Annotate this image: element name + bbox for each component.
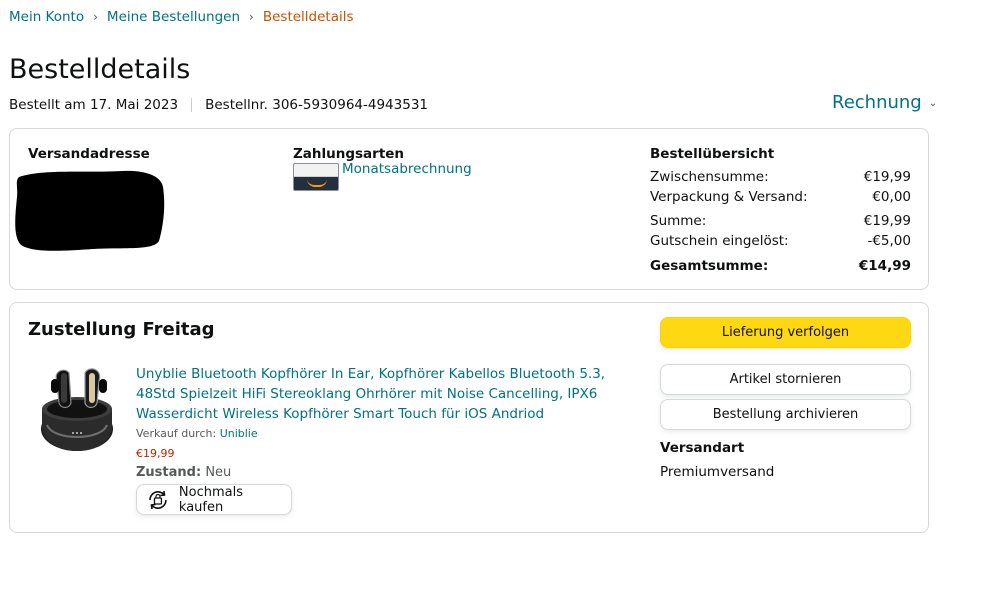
payment-methods-heading: Zahlungsarten: [293, 146, 405, 162]
breadcrumb-separator: ›: [249, 10, 254, 24]
grand-total-label: Gesamtsumme:: [650, 258, 769, 274]
buy-again-icon: [149, 490, 167, 509]
breadcrumb-separator: ›: [93, 10, 98, 24]
order-meta: Bestellt am 17. Mai 2023 Bestellnr. 306-…: [9, 97, 428, 113]
product-title-link[interactable]: Unyblie Bluetooth Kopfhörer In Ear, Kopf…: [136, 364, 636, 424]
product-condition: Zustand: Neu: [136, 465, 636, 480]
grand-total-value: €14,99: [858, 258, 911, 274]
seller-line: Verkauf durch: Uniblie: [136, 427, 636, 440]
condition-value: Neu: [205, 465, 232, 480]
cancel-item-button[interactable]: Artikel stornieren: [660, 364, 911, 395]
buy-again-button[interactable]: Nochmals kaufen: [136, 484, 292, 515]
credit-card-icon: [293, 163, 339, 191]
track-delivery-button[interactable]: Lieferung verfolgen: [660, 317, 911, 348]
totals-row-shipping: Verpackung & Versand: €0,00: [650, 187, 911, 207]
shipping-type-label: Versandart: [660, 440, 745, 456]
seller-prefix: Verkauf durch:: [136, 427, 217, 440]
totals-label: Gutschein eingelöst:: [650, 233, 789, 249]
product-price: €19,99: [136, 447, 175, 460]
totals-row-grand-total: Gesamtsumme: €14,99: [650, 256, 911, 276]
invoice-dropdown[interactable]: Rechnung ⌄: [832, 92, 937, 113]
totals-row-voucher: Gutschein eingelöst: -€5,00: [650, 231, 911, 251]
payment-method: Monatsabrechnung: [293, 161, 472, 191]
archive-order-button[interactable]: Bestellung archivieren: [660, 399, 911, 430]
order-number: Bestellnr. 306-5930964-4943531: [205, 97, 429, 113]
chevron-down-icon: ⌄: [928, 98, 938, 109]
product-info: Unyblie Bluetooth Kopfhörer In Ear, Kopf…: [136, 364, 636, 480]
totals-label: Zwischensumme:: [650, 169, 769, 185]
shipment-card: Zustellung Freitag Unyblie Bluetooth Kop…: [9, 302, 929, 533]
redacted-address: [15, 170, 165, 251]
payment-method-link[interactable]: Monatsabrechnung: [342, 161, 472, 177]
totals-label: Verpackung & Versand:: [650, 189, 808, 205]
seller-link[interactable]: Uniblie: [220, 427, 258, 440]
totals-value: -€5,00: [867, 233, 911, 249]
order-totals: Zwischensumme: €19,99 Verpackung & Versa…: [650, 167, 911, 276]
breadcrumb-order-details: Bestelldetails: [262, 9, 354, 25]
condition-label: Zustand:: [136, 465, 202, 480]
totals-label: Summe:: [650, 213, 707, 229]
totals-row-sum: Summe: €19,99: [650, 211, 911, 231]
page-title: Bestelldetails: [9, 54, 191, 85]
meta-divider: [191, 98, 193, 112]
totals-value: €19,99: [863, 169, 911, 185]
shipping-type-value: Premiumversand: [660, 464, 775, 480]
breadcrumb: Mein Konto › Meine Bestellungen › Bestel…: [9, 9, 354, 25]
shipping-address-heading: Versandadresse: [28, 146, 150, 162]
order-date: Bestellt am 17. Mai 2023: [9, 97, 179, 113]
order-overview-heading: Bestellübersicht: [650, 146, 775, 162]
order-summary-card: Versandadresse Zahlungsarten Monatsabrec…: [9, 128, 929, 290]
breadcrumb-my-orders[interactable]: Meine Bestellungen: [107, 9, 240, 25]
totals-value: €19,99: [863, 213, 911, 229]
invoice-label: Rechnung: [832, 92, 922, 113]
totals-row-subtotal: Zwischensumme: €19,99: [650, 167, 911, 187]
product-image[interactable]: [39, 363, 119, 455]
delivery-title: Zustellung Freitag: [28, 319, 215, 340]
totals-value: €0,00: [872, 189, 911, 205]
buy-again-label: Nochmals kaufen: [178, 484, 243, 515]
breadcrumb-my-account[interactable]: Mein Konto: [9, 9, 84, 25]
